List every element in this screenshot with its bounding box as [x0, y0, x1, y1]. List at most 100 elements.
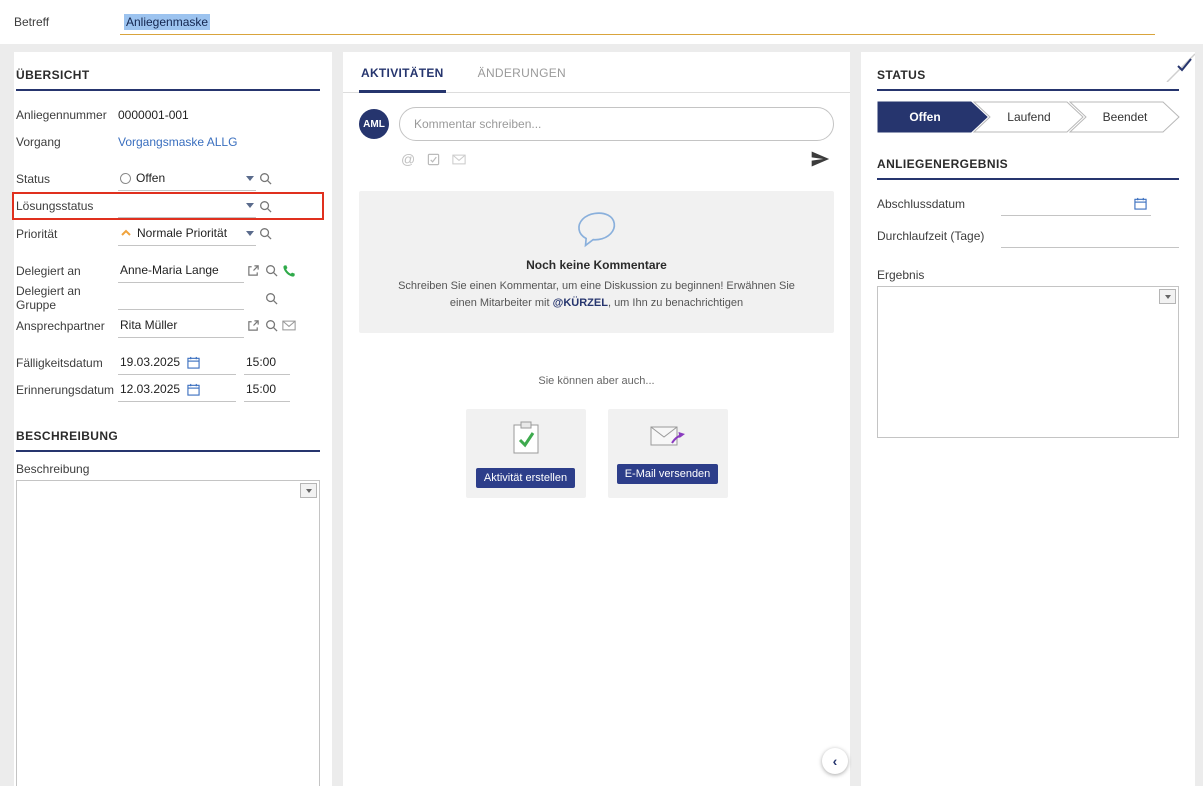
mail-icon[interactable] — [452, 154, 466, 165]
delegiert-an-label: Delegiert an — [16, 264, 118, 278]
open-record-icon[interactable] — [244, 317, 262, 335]
field-delegiert-an-gruppe: Delegiert an Gruppe — [16, 284, 320, 312]
status-panel-title: STATUS — [877, 60, 1179, 91]
field-erinnerungsdatum: Erinnerungsdatum 12.03.2025 15:00 — [16, 376, 320, 403]
field-vorgang: Vorgang Vorgangsmaske ALLG — [16, 128, 320, 155]
tab-aenderungen[interactable]: ÄNDERUNGEN — [476, 52, 568, 92]
field-status: Status Offen — [16, 165, 320, 192]
beschreibung-label: Beschreibung — [16, 462, 320, 476]
ansprechpartner-search-icon[interactable] — [262, 317, 280, 335]
prioritaet-combo[interactable]: Normale Priorität — [118, 222, 256, 246]
prioritaet-label: Priorität — [16, 227, 118, 241]
ansprechpartner-field[interactable]: Rita Müller — [118, 314, 244, 338]
faelligkeitsdatum-date: 19.03.2025 — [120, 355, 180, 369]
ergebnis-textarea[interactable] — [877, 286, 1179, 438]
beschreibung-textarea[interactable] — [16, 480, 320, 786]
comment-input[interactable] — [399, 107, 834, 141]
chevron-down-icon[interactable] — [246, 176, 254, 181]
loesungsstatus-search-icon[interactable] — [256, 197, 274, 215]
beschreibung-panel-title: BESCHREIBUNG — [16, 421, 320, 452]
status-open-icon — [120, 173, 131, 184]
betreff-input[interactable]: Anliegenmaske — [120, 9, 1155, 35]
status-step-beendet[interactable]: Beendet — [1069, 101, 1181, 133]
durchlaufzeit-field[interactable] — [1001, 224, 1179, 248]
field-delegiert-an: Delegiert an Anne-Maria Lange — [16, 257, 320, 284]
svg-text:Offen: Offen — [909, 110, 940, 124]
chevron-down-icon[interactable] — [246, 203, 254, 208]
field-ansprechpartner: Ansprechpartner Rita Müller — [16, 312, 320, 339]
chevron-down-icon[interactable] — [246, 231, 254, 236]
send-icon[interactable] — [810, 149, 830, 169]
ergebnis-label: Ergebnis — [877, 268, 1179, 282]
create-activity-button[interactable]: Aktivität erstellen — [476, 468, 575, 488]
status-combo[interactable]: Offen — [118, 167, 256, 191]
overview-panel-title: ÜBERSICHT — [16, 60, 320, 91]
status-label: Status — [16, 172, 118, 186]
corner-edit-icon[interactable] — [1165, 52, 1195, 82]
overview-column: ÜBERSICHT Anliegennummer 0000001-001 Vor… — [14, 52, 332, 786]
delegiert-an-gruppe-label: Delegiert an Gruppe — [16, 284, 118, 312]
create-activity-card: Aktivität erstellen — [466, 409, 586, 498]
abschlussdatum-label: Abschlussdatum — [877, 197, 1001, 211]
empty-state-title: Noch keine Kommentare — [389, 258, 804, 272]
loesungsstatus-label: Lösungsstatus — [16, 199, 118, 213]
status-search-icon[interactable] — [256, 170, 274, 188]
faelligkeitsdatum-time: 15:00 — [246, 355, 276, 369]
composer-toolbar: @ — [343, 143, 850, 169]
priority-medium-icon — [120, 229, 132, 237]
vorgang-link[interactable]: Vorgangsmaske ALLG — [118, 135, 237, 149]
abschlussdatum-field[interactable] — [1001, 192, 1151, 216]
calendar-icon[interactable] — [184, 380, 202, 398]
send-email-button[interactable]: E-Mail versenden — [617, 464, 719, 484]
field-durchlaufzeit: Durchlaufzeit (Tage) — [877, 222, 1179, 250]
calendar-icon[interactable] — [184, 353, 202, 371]
chevron-down-icon[interactable] — [300, 483, 317, 498]
mention-icon[interactable]: @ — [401, 151, 415, 167]
status-column: STATUS Offen Laufend Beendet ANLIEGENERG… — [861, 52, 1195, 786]
field-abschlussdatum: Abschlussdatum — [877, 190, 1179, 218]
betreff-selected-text: Anliegenmaske — [124, 14, 210, 30]
vorgang-label: Vorgang — [16, 135, 118, 149]
chevron-left-icon: ‹ — [833, 753, 838, 769]
mention-kuerzel: @KÜRZEL — [553, 297, 608, 309]
field-prioritaet: Priorität Normale Priorität — [16, 220, 320, 247]
delegiert-an-gruppe-field[interactable] — [118, 286, 244, 310]
svg-text:Beendet: Beendet — [1103, 110, 1148, 124]
delegiert-an-gruppe-search-icon[interactable] — [262, 289, 280, 307]
empty-state-text-part2: , um Ihn zu benachrichtigen — [608, 297, 743, 309]
also-text: Sie können aber auch... — [343, 375, 850, 387]
erinnerungsdatum-date-field[interactable]: 12.03.2025 — [118, 378, 236, 402]
tab-aktivitaeten[interactable]: AKTIVITÄTEN — [359, 52, 446, 93]
send-mail-icon — [649, 421, 687, 454]
loesungsstatus-combo[interactable] — [118, 194, 256, 218]
ansprechpartner-value: Rita Müller — [120, 318, 242, 332]
erinnerungsdatum-time: 15:00 — [246, 382, 276, 396]
send-email-card: E-Mail versenden — [608, 409, 728, 498]
topbar: Betreff Anliegenmaske — [0, 0, 1203, 44]
prioritaet-value: Normale Priorität — [137, 226, 241, 240]
open-record-icon[interactable] — [244, 262, 262, 280]
chevron-down-icon[interactable] — [1159, 289, 1176, 304]
mail-icon[interactable] — [280, 317, 298, 335]
ansprechpartner-label: Ansprechpartner — [16, 319, 118, 333]
faelligkeitsdatum-date-field[interactable]: 19.03.2025 — [118, 351, 236, 375]
faelligkeitsdatum-time-field[interactable]: 15:00 — [244, 351, 290, 375]
delegiert-an-search-icon[interactable] — [262, 262, 280, 280]
field-loesungsstatus-highlighted: Lösungsstatus — [12, 192, 324, 220]
delegiert-an-field[interactable]: Anne-Maria Lange — [118, 259, 244, 283]
phone-icon[interactable] — [280, 262, 298, 280]
betreff-label: Betreff — [14, 15, 120, 29]
durchlaufzeit-label: Durchlaufzeit (Tage) — [877, 229, 1001, 243]
task-icon[interactable] — [427, 153, 440, 166]
anliegennummer-label: Anliegennummer — [16, 108, 118, 122]
prioritaet-search-icon[interactable] — [256, 225, 274, 243]
speech-bubble-icon — [576, 211, 618, 250]
status-steps: Offen Laufend Beendet — [877, 101, 1179, 133]
calendar-icon[interactable] — [1131, 195, 1149, 213]
activities-tabbar: AKTIVITÄTEN ÄNDERUNGEN — [343, 52, 850, 93]
erinnerungsdatum-date: 12.03.2025 — [120, 382, 180, 396]
field-anliegennummer: Anliegennummer 0000001-001 — [16, 101, 320, 128]
collapse-panel-button[interactable]: ‹ — [822, 748, 848, 774]
task-clipboard-icon — [511, 421, 541, 458]
erinnerungsdatum-time-field[interactable]: 15:00 — [244, 378, 290, 402]
